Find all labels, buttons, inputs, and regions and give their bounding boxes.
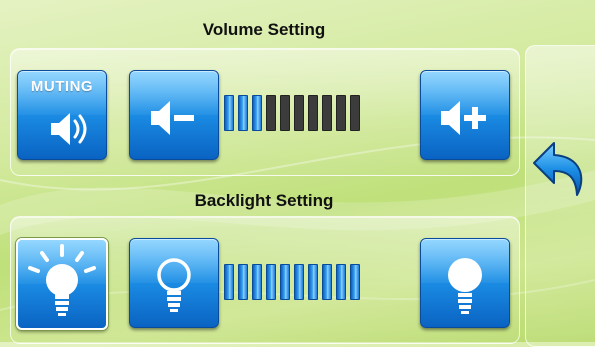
volume-down-button[interactable]	[129, 70, 219, 160]
bulb-filled-icon	[448, 258, 482, 314]
backlight-level-segment	[252, 264, 262, 300]
speaker-icon	[51, 113, 87, 145]
backlight-level-segment	[238, 264, 248, 300]
backlight-level-bar[interactable]	[224, 264, 360, 300]
backlight-level-segment	[280, 264, 290, 300]
volume-level-bar[interactable]	[224, 95, 360, 131]
backlight-level-segment	[336, 264, 346, 300]
volume-level-segment	[336, 95, 346, 131]
volume-level-segment	[294, 95, 304, 131]
backlight-level-segment	[294, 264, 304, 300]
auto-backlight-button[interactable]	[16, 238, 108, 330]
volume-level-segment	[350, 95, 360, 131]
volume-level-segment	[308, 95, 318, 131]
back-arrow-icon	[533, 142, 583, 196]
volume-level-segment	[266, 95, 276, 131]
volume-up-icon	[441, 101, 486, 135]
volume-setting-title: Volume Setting	[202, 20, 326, 39]
volume-up-button[interactable]	[420, 70, 510, 160]
volume-level-segment	[322, 95, 332, 131]
backlight-level-segment	[266, 264, 276, 300]
backlight-level-segment	[224, 264, 234, 300]
backlight-up-button[interactable]	[420, 238, 510, 328]
backlight-level-segment	[350, 264, 360, 300]
backlight-level-segment	[322, 264, 332, 300]
volume-level-segment	[238, 95, 248, 131]
volume-down-icon	[151, 101, 194, 135]
back-button[interactable]	[532, 137, 587, 205]
volume-level-segment	[252, 95, 262, 131]
bulb-outline-icon	[157, 258, 191, 312]
mute-button[interactable]: MUTING	[17, 70, 107, 160]
volume-level-segment	[224, 95, 234, 131]
volume-level-segment	[280, 95, 290, 131]
backlight-setting-title: Backlight Setting	[194, 191, 334, 210]
backlight-down-button[interactable]	[129, 238, 219, 328]
bright-bulb-icon	[28, 244, 96, 316]
backlight-level-segment	[308, 264, 318, 300]
